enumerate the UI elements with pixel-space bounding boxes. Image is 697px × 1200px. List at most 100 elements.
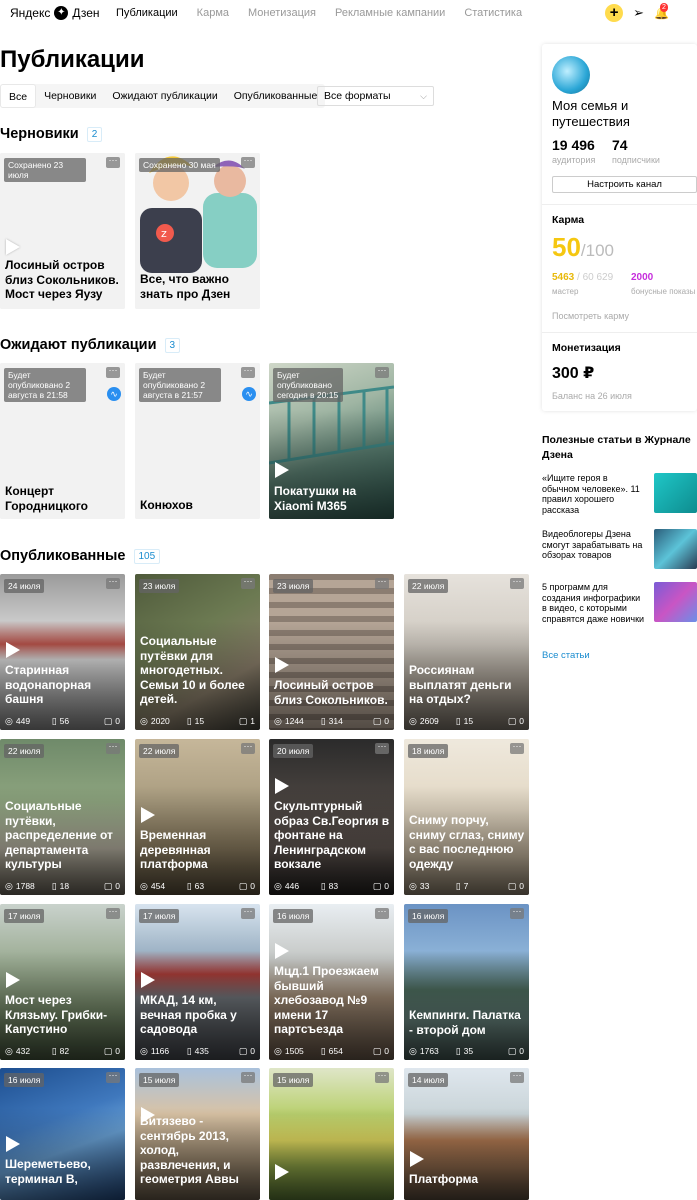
bell-icon[interactable]: 🔔 2: [654, 3, 669, 22]
drafts-heading: Черновики 2: [0, 126, 103, 142]
comment-icon: ▢: [507, 1045, 517, 1056]
book-icon: ▯: [186, 880, 192, 891]
tab-scheduled[interactable]: Ожидают публикации: [104, 84, 225, 108]
comment-icon: ▢: [103, 715, 113, 726]
article-item[interactable]: Видеоблогеры Дзена смогут зарабатывать н…: [542, 529, 697, 571]
eye-icon: ◎: [409, 715, 417, 726]
draft-card[interactable]: Сохранено 23 июля ··· Лосиный остров бли…: [0, 153, 125, 309]
scheduled-card[interactable]: Будет опубликовано 2 августа в 21:57 ···…: [135, 363, 260, 519]
published-card[interactable]: 15 июля ···: [269, 1068, 394, 1200]
comment-icon: ▢: [238, 1045, 248, 1056]
published-card[interactable]: 16 июля ··· Кемпинги. Палатка - второй д…: [404, 904, 529, 1060]
zen-star-icon: ✦: [54, 6, 69, 20]
published-card[interactable]: 22 июля ··· Россиянам выплатят деньги на…: [404, 574, 529, 730]
published-card[interactable]: 17 июля ··· МКАД, 14 км, вечная пробка у…: [135, 904, 260, 1060]
more-options-icon[interactable]: ···: [375, 1071, 389, 1083]
more-options-icon[interactable]: ···: [106, 156, 120, 168]
channel-avatar[interactable]: [552, 56, 590, 94]
published-card[interactable]: 17 июля ··· Мост через Клязьму. Грибки-К…: [0, 904, 125, 1060]
more-options-icon[interactable]: ···: [106, 577, 120, 589]
more-options-icon[interactable]: ···: [106, 907, 120, 919]
published-card[interactable]: 24 июля ··· Старинная водонапорная башня…: [0, 574, 125, 730]
card-stats: ◎ 454 ▯ 63 ▢ 0: [140, 881, 255, 891]
send-icon[interactable]: ➢: [633, 4, 644, 22]
more-options-icon[interactable]: ···: [510, 577, 524, 589]
more-options-icon[interactable]: ···: [106, 366, 120, 378]
audience-label: аудитория: [552, 155, 596, 165]
useful-articles-heading: Полезные статьи в Журнале Дзена: [542, 434, 691, 461]
channel-settings-button[interactable]: Настроить канал: [552, 176, 697, 193]
reads-stat: ▯ 18: [51, 880, 70, 891]
play-icon: [275, 657, 289, 673]
published-card[interactable]: 14 июля ··· Платформа: [404, 1068, 529, 1200]
date-badge: 16 июля: [4, 1073, 45, 1087]
more-options-icon[interactable]: ···: [375, 742, 389, 754]
all-articles-link[interactable]: Все статьи: [542, 650, 590, 661]
format-select[interactable]: Все форматы ⌵: [317, 86, 434, 106]
scheduled-badge: Будет опубликовано сегодня в 20:15: [273, 368, 343, 402]
views-stat: ◎ 454: [140, 880, 166, 891]
nav-publications[interactable]: Публикации: [116, 7, 178, 19]
views-stat: ◎ 449: [5, 715, 31, 726]
tab-published[interactable]: Опубликованные: [226, 84, 326, 108]
more-options-icon[interactable]: ···: [241, 742, 255, 754]
card-title: Шереметьево, терминал B,: [5, 1157, 91, 1186]
published-card[interactable]: 20 июля ··· Скульптурный образ Св.Георги…: [269, 739, 394, 895]
more-options-icon[interactable]: ···: [510, 907, 524, 919]
book-icon: ▯: [186, 1045, 192, 1056]
more-options-icon[interactable]: ···: [241, 156, 255, 168]
card-title: Россиянам выплатят деньги на отдых?: [409, 663, 512, 706]
more-options-icon[interactable]: ···: [510, 742, 524, 754]
more-options-icon[interactable]: ···: [241, 577, 255, 589]
card-stats: ◎ 446 ▯ 83 ▢ 0: [274, 881, 389, 891]
saved-badge: Сохранено 23 июля: [4, 158, 86, 182]
tab-drafts[interactable]: Черновики: [36, 84, 104, 108]
scheduled-card[interactable]: Будет опубликовано 2 августа в 21:58 ···…: [0, 363, 125, 519]
card-stats: ◎ 2020 ▯ 15 ▢ 1: [140, 716, 255, 726]
more-options-icon[interactable]: ···: [106, 1071, 120, 1083]
published-card[interactable]: 22 июля ··· Социальные путёвки, распреде…: [0, 739, 125, 895]
draft-card[interactable]: z Сохранено 30 мая ··· Все, что важно зн…: [135, 153, 260, 309]
published-heading: Опубликованные 105: [0, 548, 161, 564]
published-card[interactable]: 16 июля ··· Мцд.1 Проезжаем бывший хлебо…: [269, 904, 394, 1060]
published-card[interactable]: 15 июля ··· Витязево - сентябрь 2013, хо…: [135, 1068, 260, 1200]
more-options-icon[interactable]: ···: [375, 366, 389, 378]
more-options-icon[interactable]: ···: [241, 907, 255, 919]
published-card[interactable]: 16 июля ··· Шереметьево, терминал B,: [0, 1068, 125, 1200]
scheduled-card[interactable]: Будет опубликовано сегодня в 20:15 ··· П…: [269, 363, 394, 519]
more-options-icon[interactable]: ···: [241, 1071, 255, 1083]
zen-logo[interactable]: Яндекс ✦ Дзен: [10, 6, 100, 20]
book-icon: ▯: [320, 1045, 326, 1056]
card-title: Все, что важно знать про Дзен: [140, 272, 231, 301]
article-thumbnail: [654, 529, 697, 569]
published-card[interactable]: 23 июля ··· Лосиный остров близ Сокольни…: [269, 574, 394, 730]
tab-all[interactable]: Все: [0, 84, 37, 108]
published-card[interactable]: 23 июля ··· Социальные путёвки для много…: [135, 574, 260, 730]
comments-stat: ▢ 0: [103, 880, 120, 891]
scheduled-clock-icon: ∿: [242, 387, 256, 401]
comment-icon: ▢: [238, 880, 248, 891]
published-card[interactable]: 18 июля ··· Сниму порчу, сниму сглаз, сн…: [404, 739, 529, 895]
published-card[interactable]: 22 июля ··· Временная деревянная платфор…: [135, 739, 260, 895]
nav-statistics[interactable]: Статистика: [464, 7, 522, 19]
more-options-icon[interactable]: ···: [106, 742, 120, 754]
book-icon: ▯: [320, 715, 326, 726]
more-options-icon[interactable]: ···: [241, 366, 255, 378]
card-title: Старинная водонапорная башня: [5, 663, 92, 706]
nav-monetization[interactable]: Монетизация: [248, 7, 316, 19]
card-stats: ◎ 1166 ▯ 435 ▢ 0: [140, 1046, 255, 1056]
article-thumbnail: [654, 473, 697, 513]
card-title: Временная деревянная платформа: [140, 828, 211, 871]
nav-karma[interactable]: Карма: [197, 7, 229, 19]
eye-icon: ◎: [409, 1045, 417, 1056]
article-item[interactable]: «Ищите героя в обычном человеке». 11 пра…: [542, 473, 697, 515]
nav-ad-campaigns[interactable]: Рекламные кампании: [335, 7, 445, 19]
article-item[interactable]: 5 программ для создания инфографики в ви…: [542, 582, 697, 624]
more-options-icon[interactable]: ···: [375, 577, 389, 589]
view-karma-link[interactable]: Посмотреть карму: [552, 311, 629, 321]
more-options-icon[interactable]: ···: [375, 907, 389, 919]
more-options-icon[interactable]: ···: [510, 1071, 524, 1083]
channel-name[interactable]: Моя семья и путешествия: [552, 98, 687, 130]
views-stat: ◎ 432: [5, 1045, 31, 1056]
add-publication-button[interactable]: +: [605, 4, 624, 22]
